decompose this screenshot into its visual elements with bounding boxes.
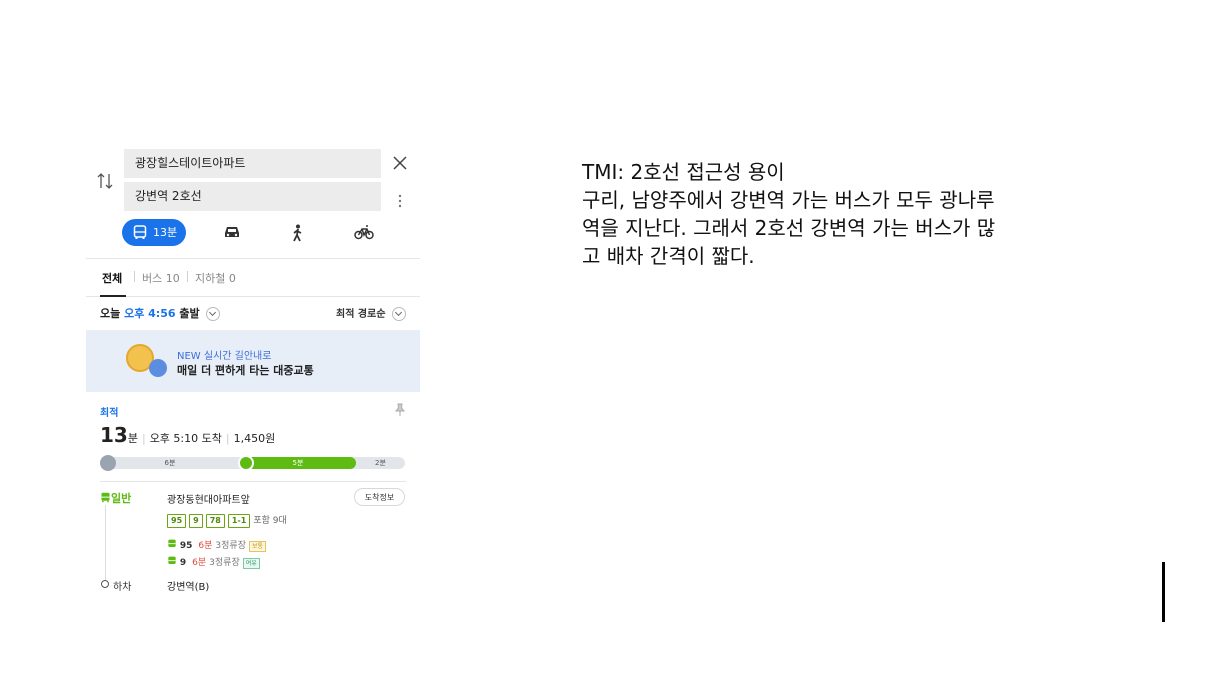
sort-selector[interactable]: 최적 경로순 bbox=[336, 305, 406, 321]
departure-prefix: 오늘 bbox=[100, 307, 125, 320]
stops-away: 3정류장 bbox=[209, 558, 240, 568]
swap-icon[interactable] bbox=[96, 171, 114, 191]
mode-transit-button[interactable]: 13분 bbox=[122, 219, 186, 246]
walk-segment: 6분 bbox=[164, 459, 176, 467]
tab-subway[interactable]: 지하철 0 bbox=[195, 270, 236, 286]
close-icon[interactable] bbox=[392, 155, 408, 171]
more-vertical-icon[interactable] bbox=[397, 193, 403, 209]
route-step-line bbox=[105, 505, 106, 580]
route-arrival: 오후 5:10 도착 bbox=[149, 432, 222, 445]
crowding-badge: 여유 bbox=[242, 558, 260, 569]
route-timeline-bar: 6분 5분 2분 bbox=[100, 455, 405, 471]
arrival-info-button[interactable]: 도착정보 bbox=[354, 488, 405, 506]
car-icon[interactable] bbox=[223, 224, 241, 240]
walk-icon[interactable] bbox=[291, 224, 305, 242]
arrival-minutes: 6분 bbox=[198, 541, 213, 551]
route-duration-unit: 분 bbox=[127, 432, 138, 445]
origin-field[interactable]: 광장힐스테이트아파트 bbox=[124, 149, 381, 178]
note-line: 역을 지난다. 그래서 2호선 강변역 가는 버스가 많 bbox=[582, 216, 996, 240]
tab-divider bbox=[134, 271, 135, 282]
route-count: 포함 9대 bbox=[253, 516, 287, 526]
route-number-chip: 9 bbox=[189, 514, 203, 528]
route-number-chip: 95 bbox=[167, 514, 187, 528]
best-route-badge: 최적 bbox=[100, 408, 119, 419]
bicycle-icon[interactable] bbox=[354, 224, 374, 240]
transport-mode-bar: 13분 bbox=[86, 219, 420, 249]
directions-panel: 광장힐스테이트아파트 강변역 2호선 13분 전체 버스 10 지하철 0 오늘… bbox=[86, 143, 420, 605]
chevron-down-icon bbox=[392, 307, 406, 321]
tab-divider bbox=[187, 271, 188, 282]
route-fare: 1,450원 bbox=[233, 432, 276, 445]
destination-field[interactable]: 강변역 2호선 bbox=[124, 182, 381, 211]
route-duration: 13 bbox=[100, 423, 128, 447]
departure-time-selector[interactable]: 오늘 오후 4:56 출발 bbox=[100, 305, 221, 321]
departure-suffix: 출발 bbox=[175, 307, 200, 320]
bus-icon bbox=[168, 556, 176, 564]
arrival-minutes: 6분 bbox=[192, 558, 207, 568]
chevron-down-icon bbox=[206, 307, 221, 321]
slide-note: TMI: 2호선 접근성 용이 구리, 남양주에서 강변역 가는 버스가 모두 … bbox=[582, 158, 1102, 270]
bus-arrival-row[interactable]: 95 6분 3정류장 보통 bbox=[167, 538, 267, 552]
bus-arrival-row[interactable]: 9 6분 3정류장 여유 bbox=[167, 555, 260, 569]
bus-segment: 5분 bbox=[240, 457, 356, 469]
route-type-tabs: 전체 버스 10 지하철 0 bbox=[86, 258, 420, 297]
bus-icon bbox=[133, 225, 147, 239]
active-tab-indicator bbox=[100, 295, 126, 297]
banner-title: 매일 더 편하게 타는 대중교통 bbox=[177, 364, 314, 377]
route-number-chip: 1-1 bbox=[227, 514, 251, 528]
promo-banner[interactable]: NEW 실시간 길안내로 매일 더 편하게 타는 대중교통 bbox=[86, 330, 420, 392]
alight-label: 하차 bbox=[113, 582, 132, 593]
note-line: 구리, 남양주에서 강변역 가는 버스가 모두 광나루 bbox=[582, 188, 995, 212]
bus-badge-icon bbox=[149, 359, 167, 377]
banner-subtitle: NEW 실시간 길안내로 bbox=[177, 351, 272, 362]
bus-number: 95 bbox=[179, 541, 193, 551]
sort-label: 최적 경로순 bbox=[336, 309, 386, 320]
tab-bus[interactable]: 버스 10 bbox=[142, 270, 180, 286]
route-number-chip: 78 bbox=[205, 514, 225, 528]
text-cursor bbox=[1162, 562, 1165, 622]
note-title: TMI: 2호선 접근성 용이 bbox=[582, 160, 785, 184]
bus-segment-label: 일반 bbox=[100, 490, 131, 506]
stops-away: 3정류장 bbox=[215, 541, 246, 551]
alight-stop[interactable]: 강변역(B) bbox=[167, 578, 209, 593]
bus-icon bbox=[168, 539, 176, 547]
boarding-stop[interactable]: 광장동현대아파트앞 bbox=[167, 491, 250, 506]
route-summary[interactable]: 13분 | 오후 5:10 도착 | 1,450원 bbox=[100, 423, 275, 447]
crowding-badge: 보통 bbox=[249, 541, 267, 552]
bus-type: 일반 bbox=[111, 492, 132, 505]
divider bbox=[100, 481, 406, 482]
alight-marker-icon bbox=[101, 580, 109, 588]
bus-start-icon bbox=[238, 455, 254, 471]
transit-time: 13분 bbox=[153, 226, 178, 239]
route-numbers: 95 9 78 1-1 포함 9대 bbox=[167, 513, 287, 528]
bus-icon bbox=[101, 492, 110, 503]
bus-number: 9 bbox=[179, 558, 187, 568]
walk-segment-end: 2분 bbox=[375, 459, 386, 467]
departure-time: 오후 4:56 bbox=[124, 307, 176, 320]
pin-icon[interactable] bbox=[394, 403, 406, 417]
tab-all[interactable]: 전체 bbox=[102, 270, 122, 286]
note-line: 고 배차 간격이 짧다. bbox=[582, 244, 755, 268]
walk-start-icon bbox=[100, 455, 116, 471]
